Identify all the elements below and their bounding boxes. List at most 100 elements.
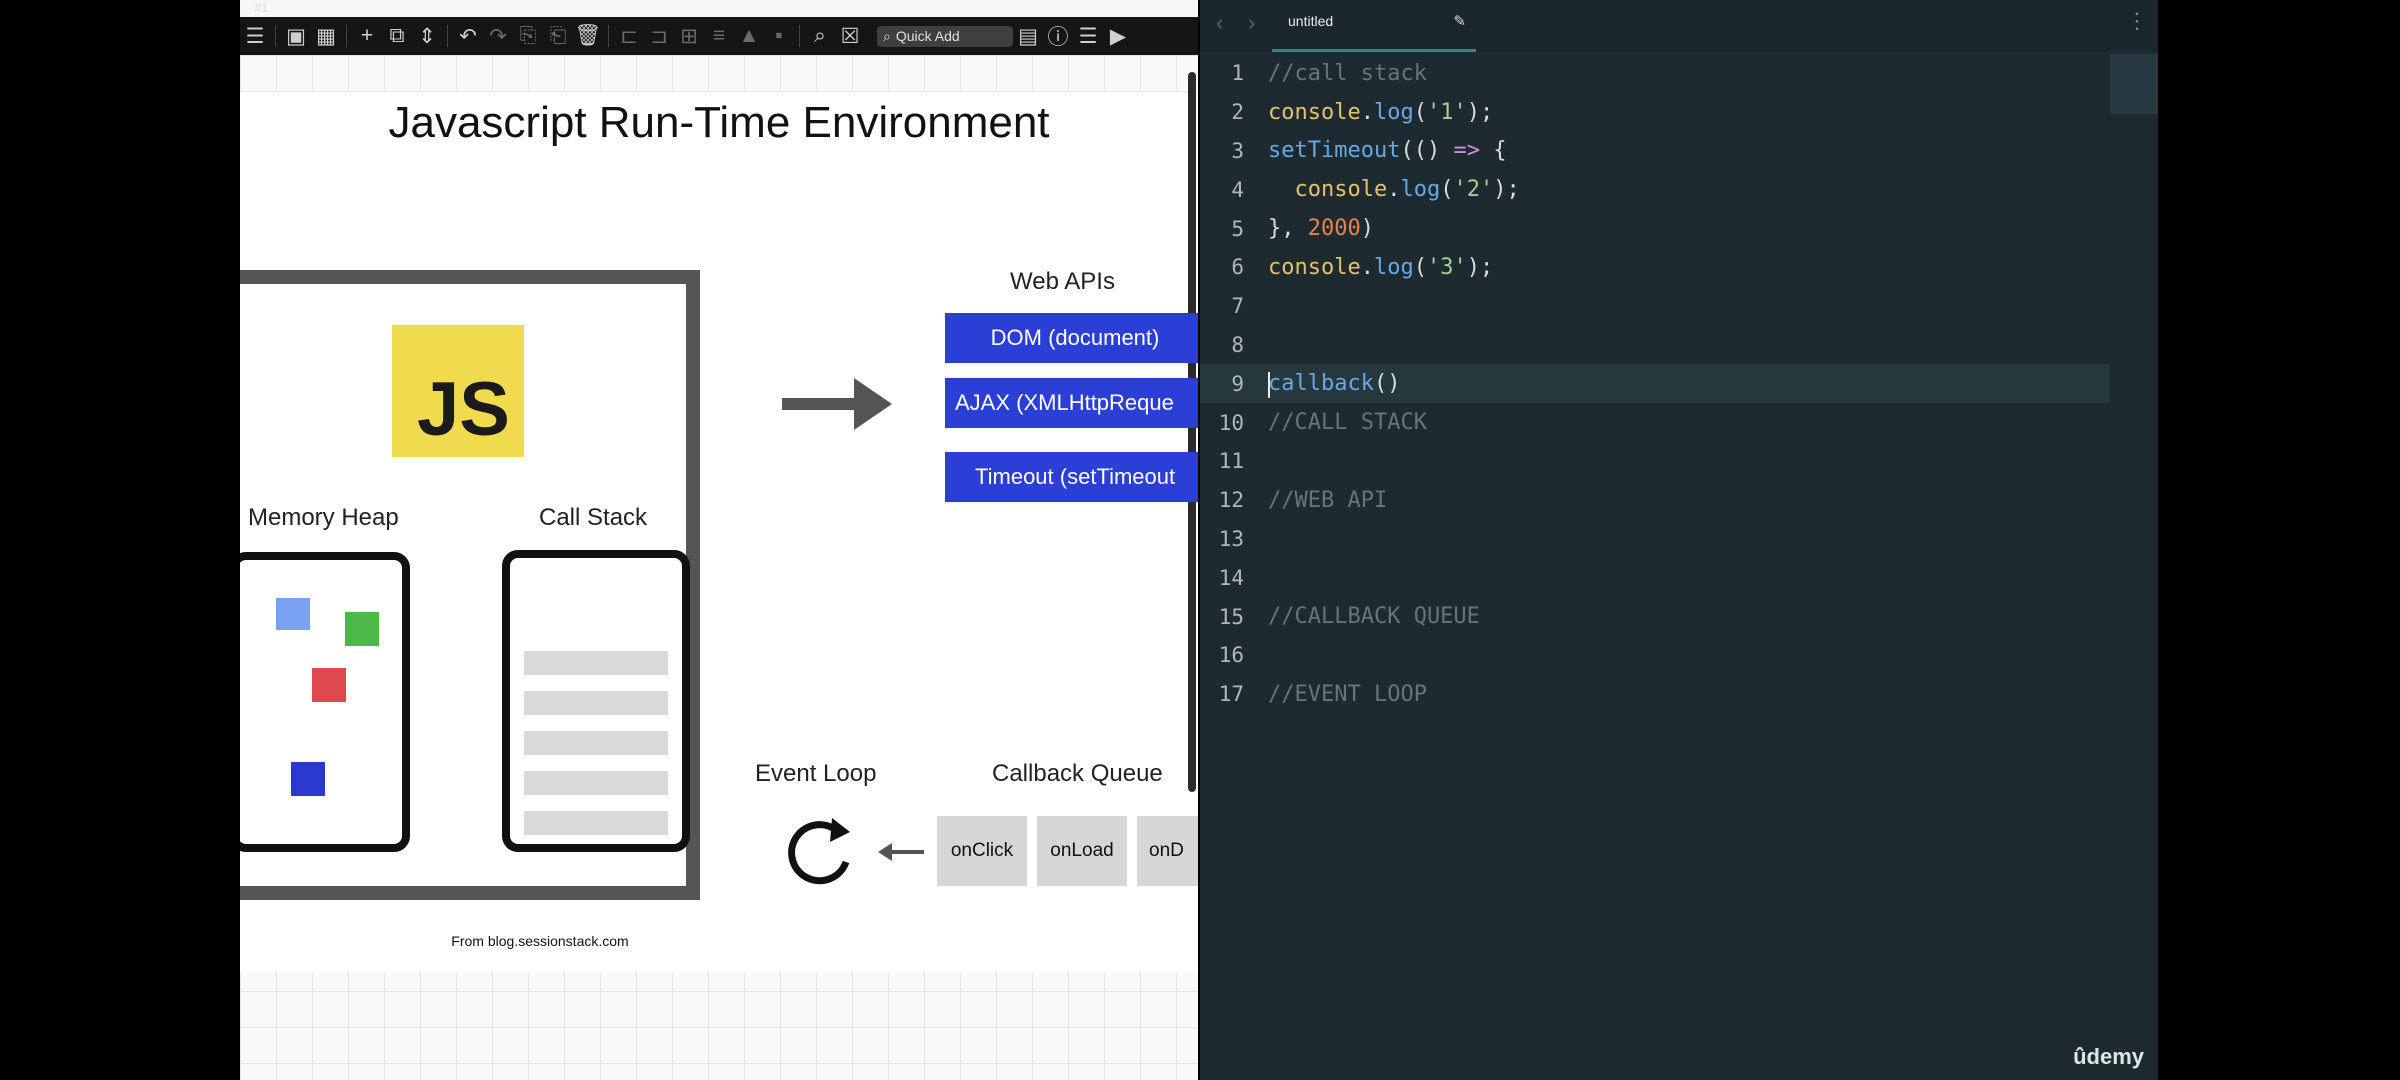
line-number: 10 bbox=[1218, 410, 1244, 435]
align-left-icon[interactable]: ⊏ bbox=[614, 21, 644, 51]
code-line[interactable]: 1 //call stack bbox=[1200, 54, 2110, 93]
toolbar-divider bbox=[447, 25, 448, 47]
text-cursor bbox=[1268, 372, 1270, 398]
line-number: 7 bbox=[1231, 294, 1244, 319]
nav-forward-icon[interactable]: › bbox=[1248, 10, 1255, 36]
lock-icon[interactable]: ▲ bbox=[734, 21, 764, 51]
stack-frame bbox=[524, 811, 668, 835]
arrange-icon[interactable]: ⇕ bbox=[412, 21, 442, 51]
code-line[interactable]: 10 //CALL STACK bbox=[1200, 403, 2110, 442]
code-line[interactable]: 5}, 2000) bbox=[1200, 209, 2110, 248]
code-text: //EVENT LOOP bbox=[1268, 681, 1427, 707]
code-area[interactable]: 1 //call stack 2 console.log('1'); 3 setTimeo… bbox=[1200, 54, 2110, 714]
line-number: 11 bbox=[1218, 449, 1244, 474]
panel-toggle-icon[interactable]: ▣ bbox=[281, 21, 311, 51]
copy-icon[interactable]: ⎘ bbox=[513, 21, 543, 51]
hamburger-menu-icon[interactable]: ☰ bbox=[240, 21, 270, 51]
code-text: setTimeout(() => { bbox=[1268, 138, 1507, 164]
line-number: 15 bbox=[1218, 604, 1244, 629]
paste-icon[interactable]: ⎗ bbox=[543, 21, 573, 51]
redo-icon[interactable]: ↷ bbox=[483, 21, 513, 51]
code-text: callback() bbox=[1268, 371, 1401, 397]
diagram-title: Javascript Run-Time Environment bbox=[388, 98, 1050, 147]
code-text: }, 2000) bbox=[1268, 216, 1374, 242]
align-center-icon[interactable]: ⊐ bbox=[644, 21, 674, 51]
heap-object-blue-light bbox=[276, 598, 310, 630]
event-loop-label: Event Loop bbox=[755, 760, 877, 787]
stack-frame bbox=[524, 691, 668, 715]
code-line[interactable]: 8 bbox=[1200, 326, 2110, 365]
grid-view-icon[interactable]: ▦ bbox=[311, 21, 341, 51]
nav-back-icon[interactable]: ‹ bbox=[1216, 10, 1223, 36]
add-icon[interactable]: + bbox=[352, 21, 382, 51]
toolbar-divider bbox=[608, 25, 609, 47]
library-icon[interactable]: ▤ bbox=[1013, 21, 1043, 51]
code-line[interactable]: 14 bbox=[1200, 558, 2110, 597]
trash-dim-icon[interactable]: ▪ bbox=[764, 21, 794, 51]
align-middle-icon[interactable]: ≡ bbox=[704, 21, 734, 51]
canvas-scrollbar[interactable] bbox=[1188, 72, 1196, 792]
heap-object-green bbox=[345, 612, 379, 646]
line-number: 8 bbox=[1231, 332, 1244, 357]
line-number: 12 bbox=[1218, 488, 1244, 513]
clear-search-icon[interactable]: ☒ bbox=[835, 21, 865, 51]
code-line[interactable]: 17 //EVENT LOOP bbox=[1200, 675, 2110, 714]
present-icon[interactable]: ▶ bbox=[1103, 21, 1133, 51]
more-menu-icon[interactable]: ⋮ bbox=[2126, 8, 2148, 34]
heap-object-blue bbox=[291, 762, 325, 796]
line-number: 9 bbox=[1231, 371, 1244, 396]
window-label: #1 bbox=[254, 0, 269, 15]
code-text: //CALLBACK QUEUE bbox=[1268, 604, 1480, 630]
code-line[interactable]: 4 console.log('2'); bbox=[1200, 170, 2110, 209]
minimap[interactable] bbox=[2110, 54, 2158, 114]
code-line[interactable]: 2 console.log('1'); bbox=[1200, 93, 2110, 132]
arrow-right-icon bbox=[782, 378, 892, 430]
call-stack-label: Call Stack bbox=[539, 504, 648, 531]
code-line[interactable]: 15 //CALLBACK QUEUE bbox=[1200, 597, 2110, 636]
delete-icon[interactable]: 🗑 bbox=[573, 21, 603, 51]
quick-add-label: Quick Add bbox=[895, 28, 960, 44]
code-line[interactable]: 16 bbox=[1200, 636, 2110, 675]
stack-frame bbox=[524, 731, 668, 755]
udemy-logo: ûdemy bbox=[2073, 1044, 2144, 1069]
line-number: 13 bbox=[1218, 526, 1244, 551]
toolbar-divider bbox=[799, 25, 800, 47]
quick-add-input[interactable]: ⌕ Quick Add bbox=[877, 25, 1013, 47]
code-line[interactable]: 9 callback() bbox=[1200, 364, 2110, 404]
web-api-timeout: Timeout (setTimeout bbox=[945, 452, 1198, 502]
callback-queue-item: onClick bbox=[937, 816, 1027, 886]
code-text: //call stack bbox=[1268, 60, 1427, 86]
stack-frame bbox=[524, 651, 668, 675]
code-line[interactable]: 7 bbox=[1200, 287, 2110, 326]
code-line[interactable]: 6 console.log('3'); bbox=[1200, 248, 2110, 287]
search-icon: ⌕ bbox=[883, 27, 891, 44]
notes-icon[interactable]: ☰ bbox=[1073, 21, 1103, 51]
memory-heap-box bbox=[240, 552, 410, 852]
code-line[interactable]: 3 setTimeout(() => { bbox=[1200, 132, 2110, 171]
info-icon[interactable]: ⓘ bbox=[1043, 21, 1073, 51]
code-line[interactable]: 11 bbox=[1200, 442, 2110, 481]
edit-icon[interactable]: ✎ bbox=[1453, 12, 1466, 30]
code-text: console.log('2'); bbox=[1294, 177, 1520, 203]
line-number: 1 bbox=[1231, 61, 1244, 86]
code-line[interactable]: 13 bbox=[1200, 520, 2110, 559]
code-editor: ‹ › untitled ✎ ⋮ 1 //call stack 2 console.l… bbox=[1200, 0, 2158, 1080]
search-icon[interactable]: ⌕ bbox=[805, 21, 835, 51]
callback-queue-item: onD bbox=[1137, 816, 1198, 886]
diagram-app: ☰ ▣ ▦ + ⧉ ⇕ ↶ ↷ ⎘ ⎗ 🗑 ⊏ ⊐ ⊞ ≡ ▲ ▪ ⌕ ☒ ⌕ … bbox=[240, 0, 1198, 1080]
line-number: 17 bbox=[1218, 682, 1244, 707]
diagram-toolbar: ☰ ▣ ▦ + ⧉ ⇕ ↶ ↷ ⎘ ⎗ 🗑 ⊏ ⊐ ⊞ ≡ ▲ ▪ ⌕ ☒ ⌕ … bbox=[240, 17, 1198, 55]
web-api-ajax: AJAX (XMLHttpReque bbox=[945, 378, 1198, 428]
web-apis-label: Web APIs bbox=[1010, 268, 1115, 295]
tab-untitled[interactable]: untitled ✎ bbox=[1272, 0, 1476, 52]
toolbar-divider bbox=[275, 25, 276, 47]
arrow-left-icon bbox=[878, 843, 924, 861]
undo-icon[interactable]: ↶ bbox=[453, 21, 483, 51]
duplicate-icon[interactable]: ⧉ bbox=[382, 21, 412, 51]
code-line[interactable]: 12 //WEB API bbox=[1200, 481, 2110, 520]
line-number: 14 bbox=[1218, 565, 1244, 590]
toolbar-divider bbox=[346, 25, 347, 47]
source-credit: From blog.sessionstack.com bbox=[451, 933, 629, 949]
js-logo: JS bbox=[392, 325, 524, 457]
distribute-icon[interactable]: ⊞ bbox=[674, 21, 704, 51]
